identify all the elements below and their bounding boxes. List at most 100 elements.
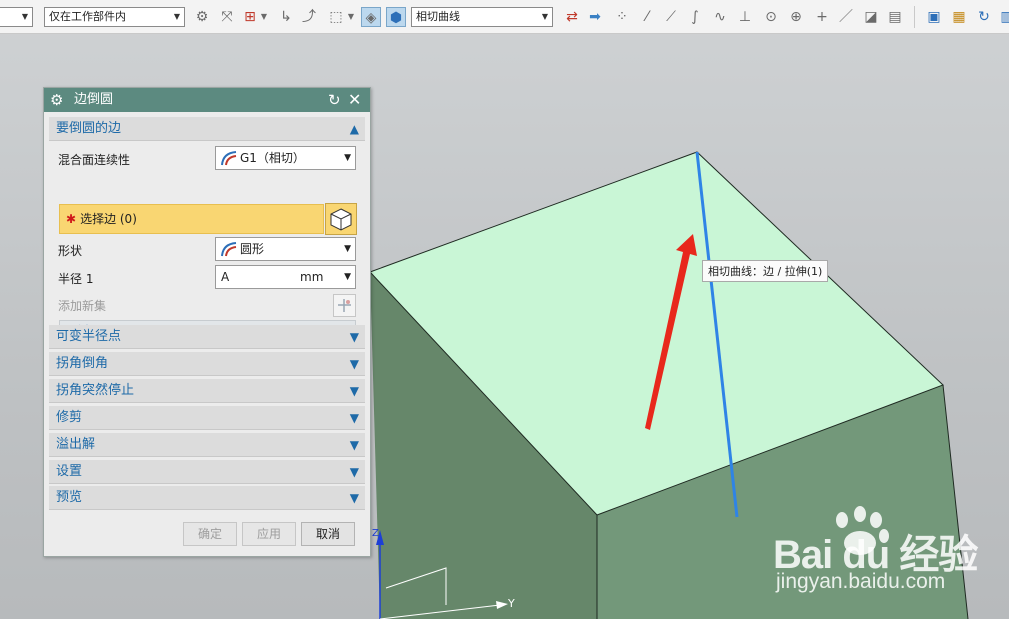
chevron-down-icon: ▼ [344, 153, 351, 163]
preview-group[interactable]: 预览 ▼ [49, 486, 365, 510]
blend-continuity-value: G1（相切） [240, 151, 305, 165]
ok-button[interactable]: 确定 [183, 522, 237, 546]
corner-setback-header[interactable]: 拐角倒角 ▼ [49, 352, 365, 376]
reset-icon[interactable]: ↻ [328, 88, 341, 112]
edge-select-icon[interactable]: ↳ [276, 7, 296, 27]
circular-shape-icon [221, 242, 237, 257]
settings-header[interactable]: 设置 ▼ [49, 460, 365, 484]
trim-header[interactable]: 修剪 ▼ [49, 406, 365, 430]
line-icon[interactable]: ⁄ [637, 7, 657, 27]
chevron-up-icon: ▲ [349, 122, 359, 136]
chevron-down-icon: ▼ [541, 12, 549, 21]
variable-radius-group[interactable]: 可变半径点 ▼ [49, 325, 365, 349]
chevron-down-icon: ▼ [344, 244, 351, 254]
chevron-down-icon: ▼ [349, 384, 359, 398]
stop-short-header[interactable]: 拐角突然停止 ▼ [49, 379, 365, 403]
section-title: 拐角倒角 [56, 356, 109, 371]
blend-continuity-label: 混合面连续性 [58, 153, 131, 167]
select-edge-label: 选择边 (0) [80, 212, 137, 226]
show-hide-icon[interactable]: ⇄ [562, 7, 582, 27]
section-title: 修剪 [56, 410, 83, 425]
edge-to-blend-group: 要倒圆的边 ▲ 混合面连续性 G1（相切） ▼ ✱ 选择边 (0) 形状 圆形 … [49, 117, 365, 342]
shape-label: 形状 [58, 244, 83, 258]
section-title: 溢出解 [56, 437, 96, 452]
refresh-icon[interactable]: ↻ [974, 7, 994, 27]
point-cloud-icon[interactable]: ⁘ [612, 7, 632, 27]
trim-group[interactable]: 修剪 ▼ [49, 406, 365, 430]
radius-unit: mm [300, 270, 324, 284]
plus-icon[interactable]: + [812, 7, 832, 27]
close-icon[interactable]: ✕ [348, 88, 361, 112]
circle-icon[interactable]: ⊙ [761, 7, 781, 27]
y-axis-label: Y [507, 597, 515, 610]
selection-scope-dropdown[interactable]: 仅在工作部件内 ▼ [44, 7, 185, 27]
section-title: 拐角突然停止 [56, 383, 135, 398]
section-title: 可变半径点 [56, 329, 122, 344]
corner-setback-group[interactable]: 拐角倒角 ▼ [49, 352, 365, 376]
stop-short-group[interactable]: 拐角突然停止 ▼ [49, 379, 365, 403]
surface-icon[interactable]: ◪ [861, 7, 881, 27]
section-title: 预览 [56, 490, 83, 505]
chevron-down-icon: ▼ [349, 465, 359, 479]
arrow-right-icon[interactable]: ➡ [585, 7, 605, 27]
shape-dropdown[interactable]: 圆形 ▼ [215, 237, 356, 261]
z-axis-label: Z [372, 528, 379, 539]
cube-select-icon [330, 208, 352, 231]
chevron-down-icon: ▼ [349, 411, 359, 425]
chevron-down-icon: ▼ [173, 12, 181, 21]
display-icon[interactable]: ▦ [949, 7, 969, 27]
variable-radius-header[interactable]: 可变半径点 ▼ [49, 325, 365, 349]
select-edge-field[interactable]: ✱ 选择边 (0) [59, 204, 324, 234]
edge-blend-dialog: ⚙ 边倒圆 ↻ ✕ 要倒圆的边 ▲ 混合面连续性 G1（相切） ▼ ✱ 选择边 (… [43, 87, 371, 557]
solid-body-icon[interactable]: ⬢ [386, 7, 406, 27]
radius-label: 半径 1 [58, 272, 94, 286]
top-toolbar: ▼ 仅在工作部件内 ▼ ⚙ ⤧ ⊞ ▼ ↳ ⤴ ⬚ ▼ ◈ ⬢ 相切曲线 ▼ ⇄… [0, 0, 1009, 34]
view-icon[interactable]: ▣ [924, 7, 944, 27]
perpendicular-icon[interactable]: ⊥ [735, 7, 755, 27]
face-select-icon[interactable]: ⤴ [299, 7, 319, 27]
add-new-set-label: 添加新集 [58, 299, 107, 313]
chevron-down-icon[interactable]: ▼ [346, 7, 356, 27]
box-select-icon[interactable]: ⬚ [326, 7, 346, 27]
radius-input[interactable]: A mm ▼ [215, 265, 356, 289]
shaded-face-icon[interactable]: ◈ [361, 7, 381, 27]
add-set-icon [338, 299, 351, 312]
chevron-down-icon: ▼ [349, 438, 359, 452]
preview-header[interactable]: 预览 ▼ [49, 486, 365, 510]
dialog-title: 边倒圆 [74, 92, 114, 107]
overflow-group[interactable]: 溢出解 ▼ [49, 433, 365, 457]
select-filter-icon[interactable]: ⚙ [192, 7, 212, 27]
required-star-icon: ✱ [66, 212, 77, 226]
selection-scope-value: 仅在工作部件内 [49, 10, 126, 23]
chevron-down-icon: ▼ [344, 272, 351, 282]
shape-value: 圆形 [240, 242, 265, 256]
edge-to-blend-header[interactable]: 要倒圆的边 ▲ [49, 117, 365, 141]
select-edge-button[interactable] [325, 203, 357, 235]
chevron-down-icon[interactable]: ▼ [259, 7, 269, 27]
curve-rule-dropdown[interactable]: 相切曲线 ▼ [411, 7, 553, 27]
curve-rule-value: 相切曲线 [416, 10, 460, 23]
gear-icon[interactable]: ⚙ [50, 88, 63, 112]
snap-point-icon[interactable]: ⤧ [217, 7, 237, 27]
radius-value: A [221, 270, 230, 284]
cancel-button[interactable]: 取消 [301, 522, 355, 546]
circle-center-icon[interactable]: ⊕ [786, 7, 806, 27]
spline-icon[interactable]: ∫ [685, 7, 705, 27]
dialog-title-bar[interactable]: ⚙ 边倒圆 ↻ ✕ [44, 88, 370, 112]
apply-button[interactable]: 应用 [242, 522, 296, 546]
layers-icon[interactable]: ▥ [997, 7, 1009, 27]
overflow-header[interactable]: 溢出解 ▼ [49, 433, 365, 457]
slash-icon[interactable]: ／ [836, 7, 856, 27]
settings-group[interactable]: 设置 ▼ [49, 460, 365, 484]
section-title: 要倒圆的边 [56, 121, 122, 136]
blend-continuity-dropdown[interactable]: G1（相切） ▼ [215, 146, 356, 170]
sheet-icon[interactable]: ▤ [885, 7, 905, 27]
type-filter-dropdown[interactable]: ▼ [0, 7, 33, 27]
point-icon[interactable]: ∿ [710, 7, 730, 27]
add-new-set-button[interactable] [333, 294, 356, 317]
selection-tooltip: 相切曲线：边 / 拉伸(1) [702, 260, 829, 282]
tangent-icon[interactable]: ⟋ [661, 7, 681, 27]
toolbar-separator [914, 6, 915, 28]
chevron-down-icon: ▼ [349, 357, 359, 371]
selection-scope-icon[interactable]: ⊞ [240, 7, 260, 27]
